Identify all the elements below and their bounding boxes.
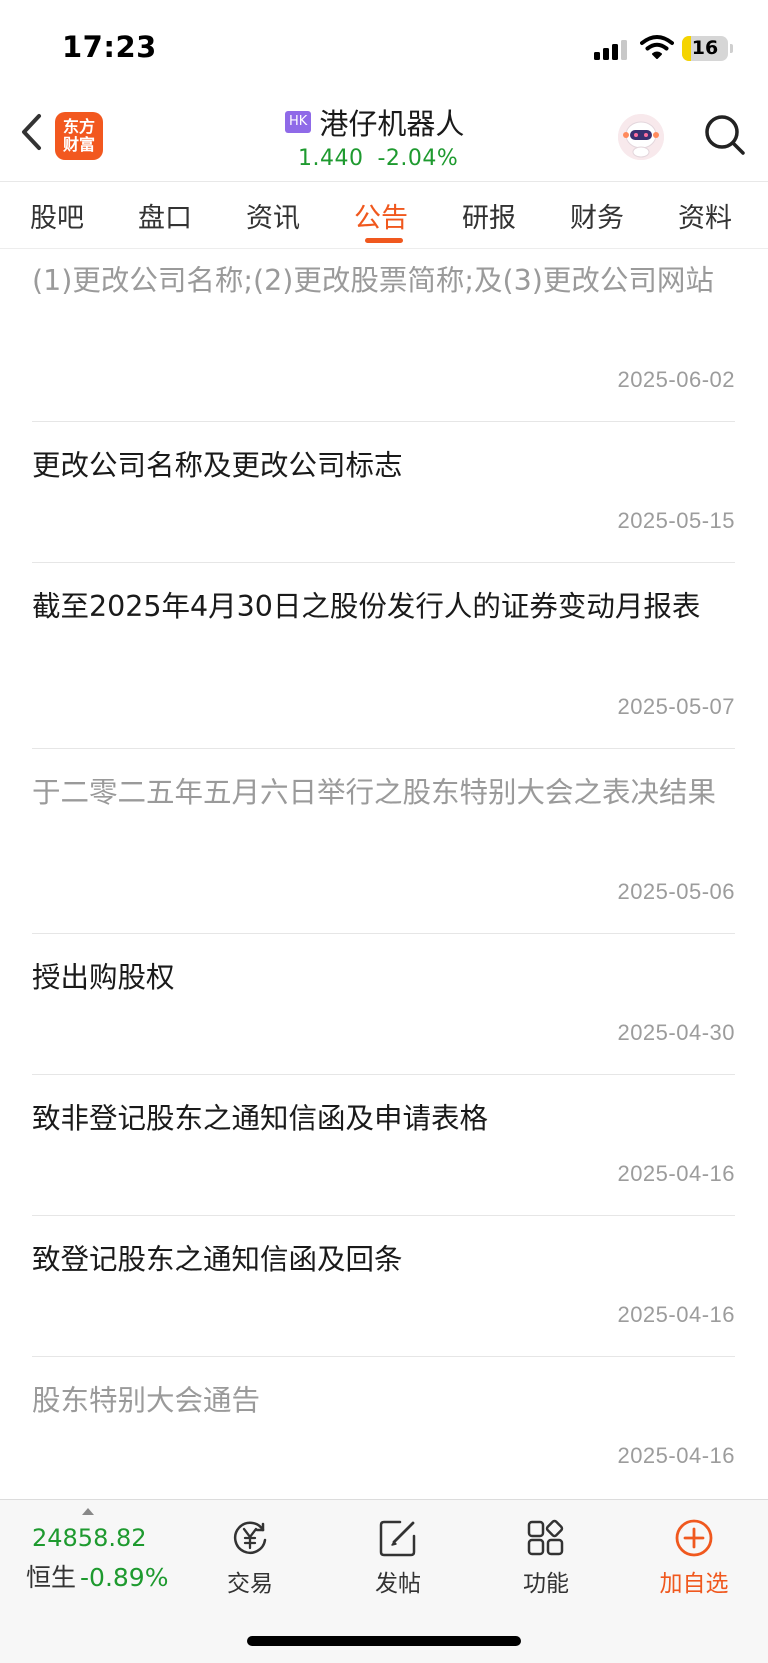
tab-announcements[interactable]: 公告 [354, 196, 408, 235]
hang-seng-index-widget[interactable]: 24858.82 恒生 -0.89% [26, 1500, 176, 1600]
announcement-date: 2025-05-06 [617, 879, 735, 904]
list-item[interactable]: 致登记股东之通知信函及回条 2025-04-16 [0, 1216, 768, 1357]
stock-header: 东方 财富 HK 港仔机器人 1.440 -2.04% [0, 96, 768, 181]
functions-label: 功能 [523, 1571, 569, 1597]
stock-title: HK 港仔机器人 [285, 102, 464, 142]
index-change: -0.89% [80, 1563, 169, 1592]
trade-button[interactable]: 交易 [200, 1508, 300, 1598]
list-item[interactable]: 截至2025年4月30日之股份发行人的证券变动月报表 2025-05-07 [0, 563, 768, 749]
functions-button[interactable]: 功能 [496, 1508, 596, 1598]
cellular-signal-icon [594, 38, 630, 60]
add-watchlist-button[interactable]: 加自选 [644, 1508, 744, 1598]
list-item[interactable]: 授出购股权 2025-04-30 [0, 934, 768, 1075]
section-tabs: 股吧 盘口 资讯 公告 研报 财务 资料 [0, 182, 768, 248]
post-label: 发帖 [375, 1571, 421, 1597]
active-tab-indicator [365, 238, 403, 243]
list-item[interactable]: 更改公司名称及更改公司标志 2025-05-15 [0, 422, 768, 563]
announcement-title: 截至2025年4月30日之股份发行人的证券变动月报表 [32, 590, 701, 623]
tab-profile[interactable]: 资料 [678, 196, 732, 235]
home-indicator[interactable] [247, 1636, 521, 1646]
grid-apps-icon [527, 1519, 564, 1556]
announcement-title: 致登记股东之通知信函及回条 [32, 1243, 403, 1276]
logo-text-line2: 财富 [62, 135, 95, 154]
stock-name: 港仔机器人 [319, 107, 465, 141]
tab-news[interactable]: 资讯 [246, 196, 300, 235]
trade-label: 交易 [227, 1571, 273, 1597]
index-value: 24858.82 [32, 1524, 147, 1552]
announcement-date: 2025-04-30 [617, 1020, 735, 1045]
chevron-left-icon[interactable] [18, 112, 44, 152]
yen-exchange-icon [233, 1521, 267, 1554]
index-line: 恒生 -0.89% [26, 1558, 168, 1594]
announcement-title: 于二零二五年五月六日举行之股东特别大会之表决结果 [32, 776, 717, 809]
caret-up-icon [82, 1508, 94, 1515]
battery-icon: 16 [682, 36, 728, 61]
logo-text-line1: 东方 [62, 117, 95, 136]
battery-level: 16 [691, 37, 719, 59]
battery-tip [730, 44, 733, 53]
announcement-date: 2025-04-16 [617, 1443, 735, 1468]
announcement-title: 股东特别大会通告 [32, 1384, 261, 1417]
list-item[interactable]: (1)更改公司名称;(2)更改股票简称;及(3)更改公司网站 2025-06-0… [0, 249, 768, 422]
stock-change-pct: -2.04% [377, 146, 459, 171]
announcement-title: (1)更改公司名称;(2)更改股票简称;及(3)更改公司网站 [32, 264, 714, 297]
status-bar: 17:23 16 [0, 0, 768, 96]
add-watchlist-label: 加自选 [659, 1571, 729, 1597]
status-time: 17:23 [62, 30, 157, 64]
tab-guba[interactable]: 股吧 [30, 196, 84, 235]
announcement-date: 2025-04-16 [617, 1161, 735, 1186]
wifi-icon [640, 35, 674, 59]
list-item[interactable]: 致非登记股东之通知信函及申请表格 2025-04-16 [0, 1075, 768, 1216]
announcement-date: 2025-05-15 [617, 508, 735, 533]
tab-pankou[interactable]: 盘口 [138, 196, 192, 235]
announcement-title: 授出购股权 [32, 961, 175, 994]
robot-avatar-icon[interactable] [618, 114, 664, 160]
plus-circle-icon [675, 1519, 713, 1557]
edit-icon [379, 1520, 416, 1557]
market-badge: HK [285, 111, 312, 133]
post-button[interactable]: 发帖 [348, 1508, 448, 1598]
tab-finance[interactable]: 财务 [570, 196, 624, 235]
announcement-title: 致非登记股东之通知信函及申请表格 [32, 1102, 489, 1135]
announcement-date: 2025-04-16 [617, 1302, 735, 1327]
list-item[interactable]: 股东特别大会通告 2025-04-16 [0, 1357, 768, 1498]
announcement-list: (1)更改公司名称;(2)更改股票简称;及(3)更改公司网站 2025-06-0… [0, 249, 768, 1498]
announcement-date: 2025-05-07 [617, 694, 735, 719]
screen: 17:23 16 东方 财富 HK 港仔机器人 1.440 -2.04% 股吧 … [0, 0, 768, 1663]
stock-quote: 1.440 -2.04% [298, 146, 458, 171]
tab-research[interactable]: 研报 [462, 196, 516, 235]
announcement-date: 2025-06-02 [617, 367, 735, 392]
search-icon[interactable] [702, 112, 748, 158]
index-name: 恒生 [26, 1563, 77, 1592]
list-item[interactable]: 于二零二五年五月六日举行之股东特别大会之表决结果 2025-05-06 [0, 749, 768, 934]
announcement-title: 更改公司名称及更改公司标志 [32, 449, 403, 482]
app-logo[interactable]: 东方 财富 [55, 112, 103, 160]
stock-price: 1.440 [298, 146, 364, 171]
